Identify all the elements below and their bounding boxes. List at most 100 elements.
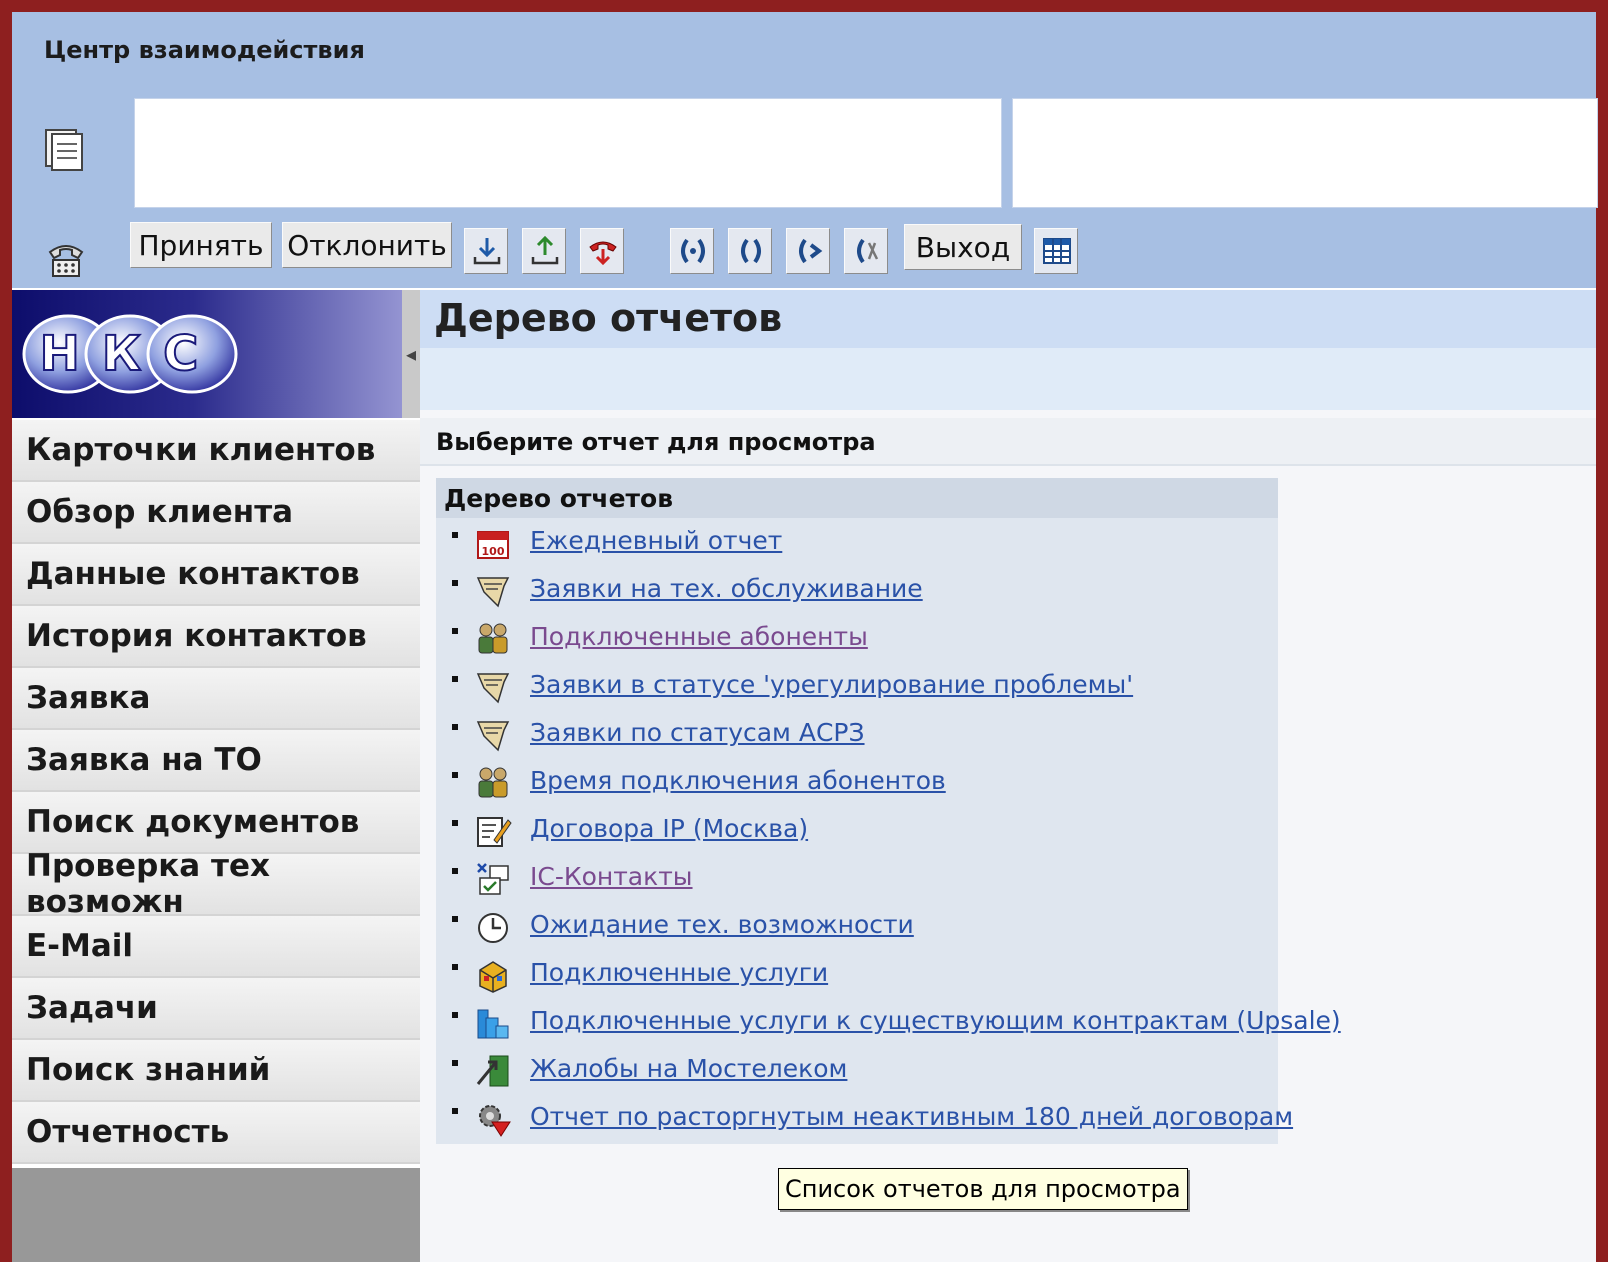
navigation-footer	[12, 1168, 432, 1262]
report-link-ip-contracts[interactable]: Договора IP (Москва)	[530, 814, 808, 843]
report-link-daily[interactable]: Ежедневный отчет	[530, 526, 782, 555]
nav-item-client-cards[interactable]: Карточки клиентов	[12, 420, 432, 482]
bullet	[452, 868, 458, 874]
hold-icon[interactable]	[728, 228, 772, 274]
terminated-gear-icon	[479, 1105, 511, 1137]
list-item: Подключенные абоненты	[436, 614, 1278, 662]
sidebar-collapse-toggle[interactable]: ◂	[402, 290, 420, 418]
upsale-chart-icon	[477, 1009, 509, 1039]
list-item: Подключенные услуги	[436, 950, 1278, 998]
company-logo: НКС	[22, 314, 238, 394]
bullet	[452, 1108, 458, 1114]
list-item: IC-Контакты	[436, 854, 1278, 902]
hangup-icon[interactable]	[580, 228, 624, 274]
contacts-icon	[477, 863, 509, 895]
download-icon[interactable]	[464, 228, 508, 274]
bullet	[452, 628, 458, 634]
bullet	[452, 916, 458, 922]
exit-button[interactable]: Выход	[904, 224, 1022, 270]
page-header: Дерево отчетов	[420, 290, 1596, 348]
interaction-center: Центр взаимодействия Принять Отклонить В…	[12, 12, 1598, 288]
nav-item-client-overview[interactable]: Обзор клиента	[12, 482, 432, 544]
window-frame-top	[0, 0, 1608, 12]
report-link-ic-contacts[interactable]: IC-Контакты	[530, 862, 693, 891]
report-tree-title: Дерево отчетов	[436, 478, 1278, 518]
bullet	[452, 820, 458, 826]
interaction-center-title: Центр взаимодействия	[44, 36, 365, 64]
clock-icon	[478, 913, 508, 943]
company-logo-area: НКС	[12, 290, 414, 418]
bullet	[452, 532, 458, 538]
nav-item-contact-history[interactable]: История контактов	[12, 606, 432, 668]
services-box-icon	[479, 961, 507, 993]
notes-icon[interactable]	[40, 126, 88, 174]
window-frame-left	[0, 0, 12, 1262]
transfer-icon[interactable]	[786, 228, 830, 274]
report-link-asrz-status-requests[interactable]: Заявки по статусам АСРЗ	[530, 718, 865, 747]
bullet	[452, 964, 458, 970]
bullet	[452, 676, 458, 682]
nav-item-email[interactable]: E-Mail	[12, 916, 432, 978]
report-link-terminated-contracts[interactable]: Отчет по расторгнутым неактивным 180 дне…	[530, 1102, 1293, 1131]
nav-item-knowledge-search[interactable]: Поиск знаний	[12, 1040, 432, 1102]
nav-item-tech-check[interactable]: Проверка тех возможн	[12, 848, 432, 920]
bullet	[452, 1060, 458, 1066]
nav-item-reporting[interactable]: Отчетность	[12, 1102, 432, 1164]
contract-edit-icon	[477, 817, 512, 847]
tooltip: Список отчетов для просмотра	[778, 1168, 1188, 1210]
page-title: Дерево отчетов	[434, 296, 783, 340]
navigation-bar: Карточки клиентов Обзор клиента Данные к…	[12, 420, 432, 1164]
report-tree: Дерево отчетов 100 Ежедневный отчет Заяв…	[436, 478, 1341, 1144]
list-item: Жалобы на Мостелеком	[436, 1046, 1278, 1094]
list-item: Время подключения абонентов	[436, 758, 1278, 806]
section-header: Выберите отчет для просмотра	[420, 418, 1596, 466]
request-note-icon	[476, 721, 510, 752]
list-item: Заявки на тех. обслуживание	[436, 566, 1278, 614]
report-link-tech-wait[interactable]: Ожидание тех. возможности	[530, 910, 914, 939]
reject-button[interactable]: Отклонить	[282, 222, 452, 268]
report-link-mostelecom-complaints[interactable]: Жалобы на Мостелеком	[530, 1054, 847, 1083]
calendar-report-icon: 100	[477, 531, 509, 559]
telephone-icon	[44, 238, 88, 282]
list-item: Заявки в статусе 'урегулирование проблем…	[436, 662, 1278, 710]
upload-icon[interactable]	[522, 228, 566, 274]
svg-text:НКС: НКС	[40, 326, 221, 382]
bullet	[452, 772, 458, 778]
list-item: Отчет по расторгнутым неактивным 180 дне…	[436, 1094, 1293, 1142]
page-toolbar	[420, 348, 1596, 410]
list-item: Ожидание тех. возможности	[436, 902, 1278, 950]
subscribers-icon	[478, 623, 508, 654]
main-content: Выберите отчет для просмотра Дерево отче…	[420, 410, 1596, 1262]
grid-icon[interactable]	[1034, 228, 1078, 274]
list-item: Подключенные услуги к существующим контр…	[436, 998, 1341, 1046]
list-item: Заявки по статусам АСРЗ	[436, 710, 1278, 758]
report-link-problem-resolution-requests[interactable]: Заявки в статусе 'урегулирование проблем…	[530, 670, 1133, 699]
bullet	[452, 580, 458, 586]
report-link-connection-time[interactable]: Время подключения абонентов	[530, 766, 946, 795]
list-item: Договора IP (Москва)	[436, 806, 1278, 854]
request-note-icon	[476, 577, 510, 608]
nav-item-maintenance-request[interactable]: Заявка на ТО	[12, 730, 432, 792]
report-link-upsale[interactable]: Подключенные услуги к существующим контр…	[530, 1006, 1341, 1035]
call-info-panel[interactable]	[1012, 98, 1598, 208]
report-link-connected-services[interactable]: Подключенные услуги	[530, 958, 828, 987]
subscribers-icon	[478, 767, 508, 798]
request-note-icon	[476, 673, 510, 704]
report-link-connected-subscribers[interactable]: Подключенные абоненты	[530, 622, 868, 651]
svg-text:100: 100	[482, 545, 505, 558]
conference-icon[interactable]	[670, 228, 714, 274]
contact-info-panel[interactable]	[134, 98, 1002, 208]
consult-icon[interactable]	[844, 228, 888, 274]
report-link-maintenance-requests[interactable]: Заявки на тех. обслуживание	[530, 574, 923, 603]
complaint-flag-icon	[476, 1055, 509, 1087]
nav-item-tasks[interactable]: Задачи	[12, 978, 432, 1040]
accept-button[interactable]: Принять	[130, 222, 272, 268]
list-item: 100 Ежедневный отчет	[436, 518, 1278, 566]
nav-item-document-search[interactable]: Поиск документов	[12, 792, 432, 854]
section-title: Выберите отчет для просмотра	[436, 428, 876, 456]
nav-item-contact-data[interactable]: Данные контактов	[12, 544, 432, 606]
bullet	[452, 724, 458, 730]
nav-item-request[interactable]: Заявка	[12, 668, 432, 730]
bullet	[452, 1012, 458, 1018]
collapse-arrow-icon: ◂	[405, 342, 417, 366]
